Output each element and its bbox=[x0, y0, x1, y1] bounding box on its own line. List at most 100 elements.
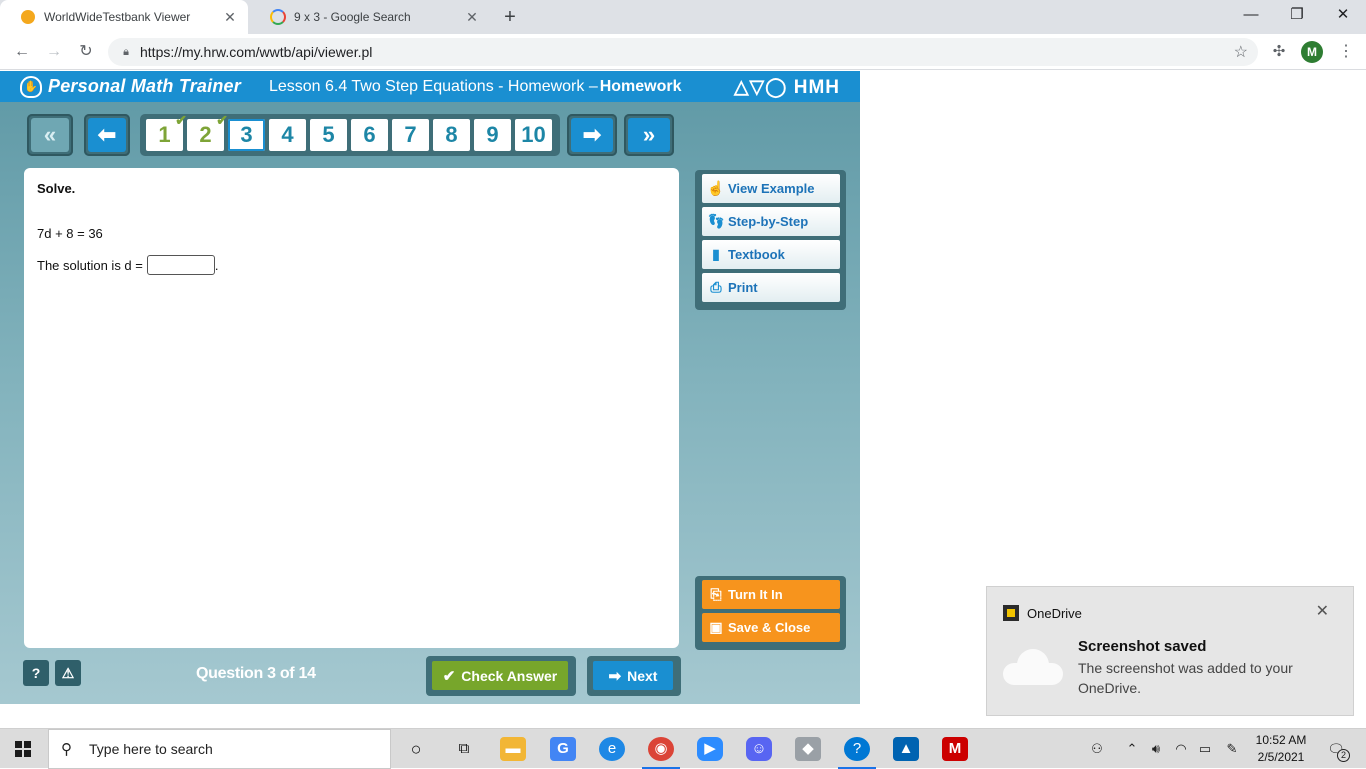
check-icon: ✔ bbox=[216, 112, 228, 128]
file-explorer-icon[interactable]: ▬ bbox=[500, 737, 526, 761]
tab-favicon-icon bbox=[20, 9, 36, 25]
solution-line: The solution is d = . bbox=[37, 255, 666, 275]
minimize-icon[interactable]: — bbox=[1228, 0, 1274, 30]
cortana-icon[interactable]: ○ bbox=[403, 737, 429, 761]
question-number-bar: 1 ✔ 2 ✔ 3 4 5 6 7 8 9 10 bbox=[140, 113, 560, 156]
tab-worldwidetestbank[interactable]: WorldWideTestbank Viewer ✕ bbox=[0, 0, 248, 34]
lesson-title: Lesson 6.4 Two Step Equations - Homework… bbox=[268, 77, 598, 95]
windows-taskbar: ⚲ Type here to search ○ ⧉ ▬ G e ◉ ▶ ☺ ◆ … bbox=[0, 728, 1366, 769]
browser-toolbar: ← → ↻ 🔒︎ https://my.hrw.com/wwtb/api/vie… bbox=[0, 34, 1366, 70]
question-number-9[interactable]: 9 bbox=[474, 119, 511, 151]
people-icon[interactable]: ⚇ bbox=[1087, 739, 1107, 759]
book-icon: ▮ bbox=[712, 246, 720, 262]
tab-google-search[interactable]: 9 x 3 - Google Search ✕ bbox=[250, 0, 490, 34]
toast-close-icon[interactable]: ✕ bbox=[1316, 601, 1329, 621]
footprint-icon: 👣︎ bbox=[707, 213, 725, 229]
printer-icon: ⎙ bbox=[710, 279, 722, 295]
question-counter: Question 3 of 14 bbox=[196, 665, 316, 682]
previous-question-button[interactable]: ⬅ bbox=[84, 114, 130, 156]
save-disk-icon: ▣ bbox=[709, 619, 723, 635]
question-number-1[interactable]: 1 ✔ bbox=[146, 113, 187, 151]
new-tab-button[interactable]: + bbox=[498, 5, 522, 29]
question-number-8[interactable]: 8 bbox=[433, 119, 470, 151]
discord-icon[interactable]: ☺ bbox=[746, 737, 772, 761]
roblox-icon[interactable]: ◆ bbox=[795, 737, 821, 761]
turn-it-in-button[interactable]: ⎘ Turn It In bbox=[702, 580, 840, 609]
onedrive-app-icon bbox=[1003, 605, 1019, 621]
answer-input[interactable] bbox=[146, 255, 215, 275]
lesson-title-mode: Homework bbox=[599, 77, 682, 95]
question-number-6[interactable]: 6 bbox=[351, 119, 388, 151]
help-button[interactable]: ? bbox=[23, 660, 49, 686]
photos-icon[interactable]: ▲ bbox=[893, 737, 919, 761]
address-bar[interactable]: 🔒︎ https://my.hrw.com/wwtb/api/viewer.pl… bbox=[108, 38, 1258, 66]
volume-icon[interactable]: 🔊︎ bbox=[1146, 739, 1166, 759]
maximize-icon[interactable]: ❐ bbox=[1274, 0, 1320, 30]
get-help-icon[interactable]: ? bbox=[838, 737, 876, 769]
question-number-4[interactable]: 4 bbox=[269, 119, 306, 151]
brand-logo-icon: ✋ bbox=[20, 75, 42, 98]
browser-menu-icon[interactable]: ⋮ bbox=[1338, 42, 1354, 62]
pen-icon[interactable]: ✎ bbox=[1222, 739, 1242, 759]
edge-icon[interactable]: e bbox=[599, 737, 625, 761]
question-instruction: Solve. bbox=[37, 181, 76, 196]
next-wrapper: ➡ Next bbox=[587, 656, 681, 696]
mcafee-icon[interactable]: M bbox=[942, 737, 968, 761]
question-number-7[interactable]: 7 bbox=[392, 119, 429, 151]
hand-pointer-icon: ☝ bbox=[707, 180, 725, 196]
wifi-icon[interactable]: ◠ bbox=[1171, 739, 1191, 759]
battery-icon[interactable]: ▭ bbox=[1195, 739, 1215, 759]
next-question-arrow-button[interactable]: ➡ bbox=[567, 114, 617, 156]
double-right-arrow-icon: » bbox=[628, 118, 670, 152]
back-icon[interactable]: ← bbox=[10, 40, 34, 64]
tab-close-icon[interactable]: ✕ bbox=[460, 9, 484, 26]
google-icon bbox=[270, 9, 286, 25]
zoom-icon[interactable]: ▶ bbox=[697, 737, 723, 761]
onedrive-notification[interactable]: OneDrive ✕ Screenshot saved The screensh… bbox=[986, 586, 1354, 716]
chrome-icon[interactable]: ◉ bbox=[642, 737, 680, 769]
question-panel: Solve. 7d + 8 = 36 The solution is d = . bbox=[24, 168, 679, 648]
search-icon: ⚲ bbox=[61, 741, 72, 758]
question-number-5[interactable]: 5 bbox=[310, 119, 347, 151]
question-number-3[interactable]: 3 bbox=[228, 119, 265, 151]
tab-close-icon[interactable]: ✕ bbox=[218, 9, 242, 26]
textbook-button[interactable]: ▮ Textbook bbox=[702, 240, 840, 269]
task-view-icon[interactable]: ⧉ bbox=[451, 737, 477, 761]
tab-title: 9 x 3 - Google Search bbox=[294, 10, 411, 24]
step-by-step-button[interactable]: 👣︎ Step-by-Step bbox=[702, 207, 840, 236]
solution-suffix: . bbox=[214, 257, 219, 273]
taskbar-clock[interactable]: 10:52 AM 2/5/2021 bbox=[1250, 732, 1312, 766]
left-arrow-icon: ⬅ bbox=[88, 118, 126, 152]
forward-icon[interactable]: → bbox=[42, 40, 66, 64]
next-button[interactable]: ➡ Next bbox=[593, 661, 673, 690]
turn-in-icon: ⎘ bbox=[710, 586, 722, 602]
profile-avatar[interactable]: M bbox=[1301, 41, 1323, 63]
print-button[interactable]: ⎙ Print bbox=[702, 273, 840, 302]
question-number-10[interactable]: 10 bbox=[515, 119, 552, 151]
question-number-2[interactable]: 2 ✔ bbox=[187, 113, 228, 151]
window-close-icon[interactable]: ✕ bbox=[1320, 0, 1366, 30]
search-placeholder: Type here to search bbox=[89, 741, 213, 757]
check-answer-button[interactable]: ✔ Check Answer bbox=[432, 661, 568, 690]
question-equation: 7d + 8 = 36 bbox=[37, 226, 103, 241]
publisher-logo: △▽◯ HMH bbox=[733, 77, 840, 98]
reload-icon[interactable]: ↻ bbox=[74, 40, 98, 64]
check-icon: ✔ bbox=[175, 112, 187, 128]
show-hidden-icons-chevron-icon[interactable]: ⌃ bbox=[1122, 739, 1142, 759]
first-question-button[interactable]: « bbox=[27, 114, 73, 156]
last-question-button[interactable]: » bbox=[624, 114, 674, 156]
view-example-button[interactable]: ☝ View Example bbox=[702, 174, 840, 203]
browser-tab-bar: WorldWideTestbank Viewer ✕ 9 x 3 - Googl… bbox=[0, 0, 1366, 34]
action-center-icon[interactable]: 🗨︎ 2 bbox=[1324, 737, 1350, 762]
toast-header: OneDrive bbox=[1003, 605, 1082, 621]
bookmark-star-icon[interactable]: ☆ bbox=[1234, 42, 1248, 62]
checkmark-icon: ✔ bbox=[442, 667, 456, 685]
windows-start-icon[interactable] bbox=[15, 741, 31, 757]
tab-title: WorldWideTestbank Viewer bbox=[44, 10, 191, 24]
report-problem-icon[interactable]: ⚠ bbox=[55, 660, 81, 686]
solution-prefix: The solution is d = bbox=[37, 257, 143, 273]
extensions-icon[interactable]: ✣ bbox=[1269, 42, 1289, 62]
taskbar-search-box[interactable]: ⚲ Type here to search bbox=[48, 729, 391, 769]
google-classroom-icon[interactable]: G bbox=[550, 737, 576, 761]
save-close-button[interactable]: ▣ Save & Close bbox=[702, 613, 840, 642]
